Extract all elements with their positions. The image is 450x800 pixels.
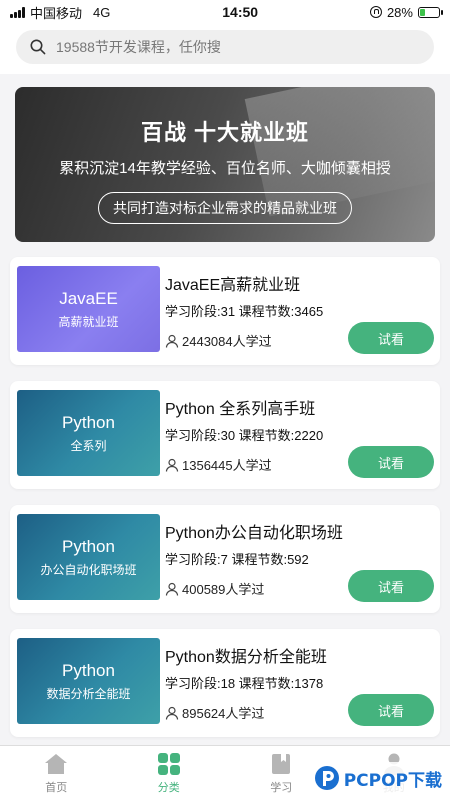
carrier-name: 中国移动: [30, 5, 83, 21]
battery-icon: [417, 6, 443, 18]
person-icon: [165, 458, 179, 472]
battery-percent: 28%: [386, 4, 413, 20]
preview-button[interactable]: 试看: [348, 694, 434, 726]
pcpop-logo-icon: [314, 766, 339, 790]
students-count: 895624人学过: [182, 706, 265, 721]
banner-subtitle: 累积沉淀14年教学经验、百位名师、大咖倾囊相授: [59, 160, 391, 177]
course-thumbnail[interactable]: Python 数据分析全能班: [17, 638, 160, 724]
preview-button[interactable]: 试看: [348, 570, 434, 602]
course-meta: 学习阶段:7 课程节数:592: [165, 552, 309, 567]
home-icon: [45, 753, 68, 774]
course-thumbnail[interactable]: JavaEE 高薪就业班: [17, 266, 160, 352]
course-title[interactable]: JavaEE高薪就业班: [165, 271, 300, 295]
person-icon: [165, 334, 179, 348]
thumbnail-title: Python: [62, 412, 115, 432]
thumbnail-subtitle: 全系列: [70, 438, 107, 453]
thumbnail-title: Python: [62, 536, 115, 556]
thumbnail-title: JavaEE: [59, 288, 118, 308]
search-placeholder: 19588节开发课程，任你搜: [56, 39, 221, 55]
search-icon: [30, 39, 46, 55]
rotation-lock-icon: [369, 6, 382, 18]
course-thumbnail[interactable]: Python 全系列: [17, 390, 160, 476]
tab-label: 分类: [157, 781, 180, 794]
status-bar: 中国移动 4G 14:50 28%: [0, 0, 450, 24]
tab-home[interactable]: 首页: [0, 746, 113, 800]
course-list: JavaEE 高薪就业班 JavaEE高薪就业班 学习阶段:31 课程节数:34…: [10, 257, 440, 753]
signal-icon: [10, 6, 25, 18]
thumbnail-subtitle: 办公自动化职场班: [40, 562, 137, 577]
watermark-text: PCPOP下载: [343, 770, 442, 791]
students-count: 400589人学过: [182, 582, 265, 597]
watermark-logo: PCPOP下载: [308, 762, 446, 794]
students-count: 1356445人学过: [182, 458, 272, 473]
course-card[interactable]: Python 全系列 Python 全系列高手班 学习阶段:30 课程节数:22…: [10, 381, 440, 489]
thumbnail-title: Python: [62, 660, 115, 680]
preview-button[interactable]: 试看: [348, 446, 434, 478]
person-icon: [165, 582, 179, 596]
status-left: 中国移动 4G: [10, 3, 110, 22]
course-meta: 学习阶段:18 课程节数:1378: [165, 676, 324, 691]
network-type: 4G: [93, 4, 111, 20]
search-input[interactable]: 19588节开发课程，任你搜: [16, 30, 434, 64]
course-meta: 学习阶段:30 课程节数:2220: [165, 428, 324, 443]
course-card[interactable]: Python 数据分析全能班 Python数据分析全能班 学习阶段:18 课程节…: [10, 629, 440, 737]
course-students: 2443084人学过: [165, 331, 272, 350]
thumbnail-subtitle: 高薪就业班: [58, 314, 119, 329]
course-card[interactable]: JavaEE 高薪就业班 JavaEE高薪就业班 学习阶段:31 课程节数:34…: [10, 257, 440, 365]
promo-banner[interactable]: 百战 十大就业班 累积沉淀14年教学经验、百位名师、大咖倾囊相授 共同打造对标企…: [15, 87, 435, 242]
course-title[interactable]: Python数据分析全能班: [165, 643, 327, 667]
course-meta: 学习阶段:31 课程节数:3465: [165, 304, 324, 319]
banner-title: 百战 十大就业班: [140, 120, 310, 145]
course-students: 400589人学过: [165, 579, 264, 598]
tab-label: 首页: [45, 781, 68, 794]
person-icon: [165, 706, 179, 720]
status-time: 14:50: [222, 4, 259, 20]
book-icon: [272, 753, 291, 774]
course-title[interactable]: Python 全系列高手班: [165, 395, 315, 419]
grid-icon: [157, 752, 180, 775]
banner-pill-button[interactable]: 共同打造对标企业需求的精品就业班: [98, 192, 352, 224]
tab-label: 学习: [270, 781, 293, 794]
course-students: 1356445人学过: [165, 455, 272, 474]
search-area: 19588节开发课程，任你搜: [0, 24, 450, 74]
course-title[interactable]: Python办公自动化职场班: [165, 519, 343, 543]
preview-button[interactable]: 试看: [348, 322, 434, 354]
tab-category[interactable]: 分类: [113, 746, 226, 800]
students-count: 2443084人学过: [182, 334, 272, 349]
course-card[interactable]: Python 办公自动化职场班 Python办公自动化职场班 学习阶段:7 课程…: [10, 505, 440, 613]
course-thumbnail[interactable]: Python 办公自动化职场班: [17, 514, 160, 600]
status-right: 28%: [369, 4, 443, 20]
course-students: 895624人学过: [165, 703, 264, 722]
thumbnail-subtitle: 数据分析全能班: [46, 686, 131, 701]
